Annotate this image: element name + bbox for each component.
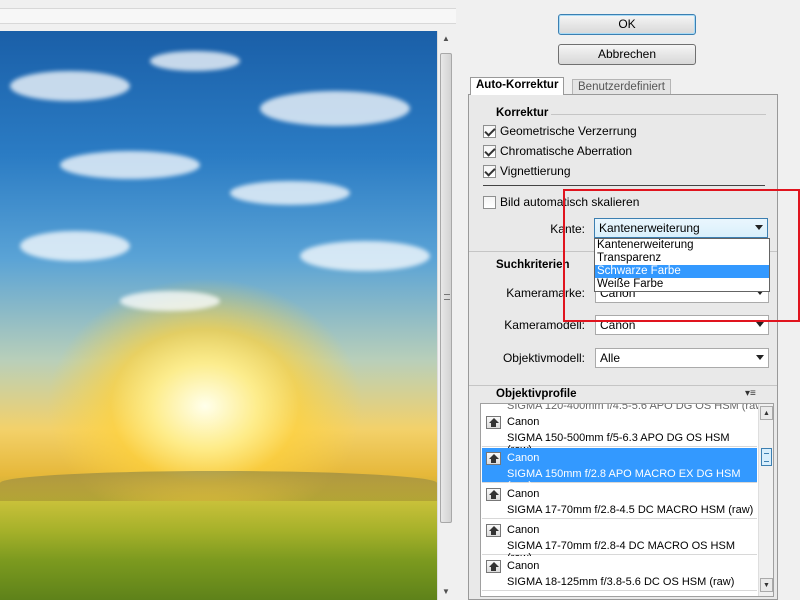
tab-benutzerdefiniert[interactable]: Benutzerdefiniert [572,79,671,95]
kante-value: Kantenerweiterung [599,221,700,235]
chevron-down-icon [756,355,764,360]
preview-scroll-thumb[interactable] [440,53,452,523]
list-item-brand: Canon [507,488,540,500]
objektivmodell-value: Alle [600,351,621,365]
kante-label: Kante: [550,222,585,236]
vignetting-label: Vignettierung [500,164,571,178]
objektivmodell-select[interactable]: Alle [595,348,769,368]
list-item[interactable]: Canon SIGMA 18-125mm f/3.8-5.6 DC OS HSM… [482,556,757,591]
list-item[interactable]: Canon SIGMA 150-500mm f/5-6.3 APO DG OS … [482,412,757,456]
camera-brand-icon [486,560,501,573]
kante-option[interactable]: Schwarze Farbe [595,265,769,278]
kante-option[interactable]: Transparenz [595,252,769,265]
objektivmodell-label: Objektivmodell: [502,351,585,365]
profile-list-scroll-thumb[interactable] [761,448,772,466]
list-item[interactable]: Canon SIGMA 17-70mm f/2.8-4 DC MACRO OS … [482,520,757,564]
list-item-model: SIGMA 17-70mm f/2.8-4.5 DC MACRO HSM (ra… [507,504,754,516]
geometric-distortion-label: Geometrische Verzerrung [500,124,637,138]
divider [469,385,777,386]
korrektur-group-title: Korrektur [496,107,549,119]
suchkriterien-group-title: Suchkriterien [496,259,570,271]
list-item[interactable]: Canon SIGMA 150mm f/2.8 APO MACRO EX DG … [482,448,757,492]
cancel-button[interactable]: Abbrechen [558,44,696,65]
kante-option[interactable]: Kantenerweiterung [595,239,769,252]
kante-select[interactable]: Kantenerweiterung [594,218,768,238]
kante-option[interactable]: Weiße Farbe [595,278,769,291]
scroll-down-arrow-icon[interactable]: ▼ [760,578,773,592]
objektivprofile-group-title: Objektivprofile [496,388,577,400]
kameramodell-label: Kameramodell: [504,318,585,332]
list-item[interactable]: Canon SIGMA 17-70mm f/2.8-4.5 DC MACRO H… [482,484,757,519]
list-item-model: SIGMA 18-125mm f/3.8-5.6 DC OS HSM (raw) [507,576,735,588]
kameramodell-value: Canon [600,318,636,332]
list-item-brand: Canon [507,560,540,572]
lens-profile-list[interactable]: SIGMA 120-400mm f/4.5-5.6 APO DG OS HSM … [480,403,774,597]
auto-scale-label: Bild automatisch skalieren [500,195,640,209]
kante-dropdown-list: Kantenerweiterung Transparenz Schwarze F… [594,238,770,292]
auto-scale-checkbox[interactable] [483,196,496,209]
chevron-down-icon [756,322,764,327]
ok-button[interactable]: OK [558,14,696,35]
chevron-down-icon [755,225,763,230]
panel-menu-icon[interactable]: ▾≡ [745,388,756,399]
camera-brand-icon [486,416,501,429]
preview-toolbar-strip [0,8,456,24]
camera-brand-icon [486,452,501,465]
profile-list-scrollbar[interactable]: ▲ ▼ [758,404,773,596]
geometric-distortion-checkbox[interactable] [483,125,496,138]
kameramarke-label: Kameramarke: [506,286,585,300]
tab-bar: Auto-Korrektur Benutzerdefiniert [466,77,780,95]
divider [483,185,765,186]
list-item-brand: Canon [507,524,540,536]
preview-photo[interactable] [0,31,437,600]
scroll-down-arrow-icon[interactable]: ▼ [438,584,454,600]
scroll-up-arrow-icon[interactable]: ▲ [760,406,773,420]
camera-brand-icon [486,524,501,537]
chromatic-aberration-checkbox[interactable] [483,145,496,158]
divider [551,114,766,115]
list-item-brand: Canon [507,452,540,464]
image-preview-area: ▲ ▼ [0,0,460,600]
tab-auto-korrektur[interactable]: Auto-Korrektur [470,77,565,95]
chromatic-aberration-label: Chromatische Aberration [500,144,633,158]
kameramodell-select[interactable]: Canon [595,315,769,335]
list-item-brand: Canon [507,416,540,428]
preview-vertical-scrollbar[interactable]: ▲ ▼ [437,31,454,600]
vignetting-checkbox[interactable] [483,165,496,178]
camera-brand-icon [486,488,501,501]
list-item-partial: SIGMA 120-400mm f/4.5-5.6 APO DG OS HSM … [507,403,767,412]
scroll-up-arrow-icon[interactable]: ▲ [438,31,454,47]
